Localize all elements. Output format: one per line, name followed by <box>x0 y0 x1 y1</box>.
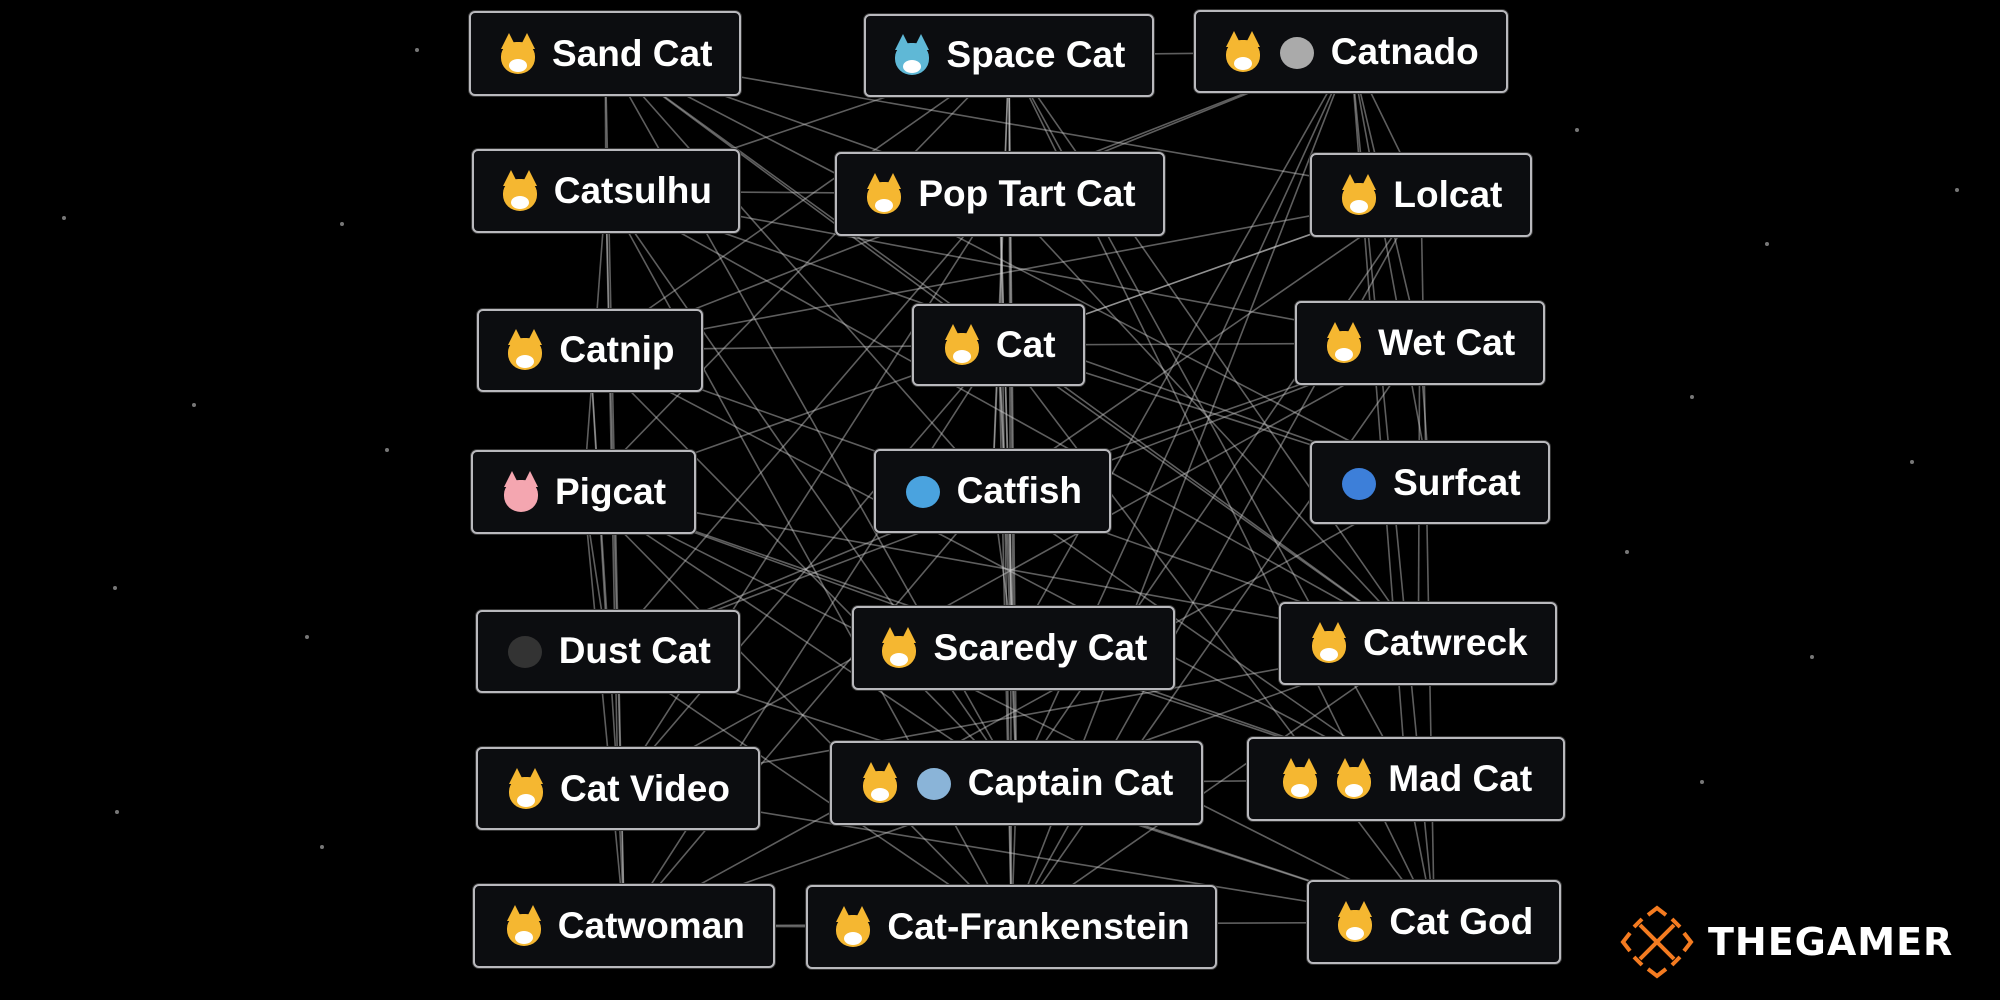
element-lolcat[interactable]: Lolcat <box>1309 153 1532 238</box>
background-star <box>1690 395 1694 399</box>
cat-face-icon <box>1335 901 1375 943</box>
background-star <box>1700 780 1704 784</box>
element-label: Cat-Frankenstein <box>887 906 1190 948</box>
element-label: Pop Tart Cat <box>918 172 1136 214</box>
element-cat-god[interactable]: Cat God <box>1307 880 1562 965</box>
cat-icon <box>1309 622 1349 664</box>
background-star <box>385 448 389 452</box>
element-surfcat[interactable]: Surfcat <box>1309 441 1550 525</box>
background-star <box>340 222 344 226</box>
element-label: Catnado <box>1330 30 1479 72</box>
cat-face-icon <box>1339 174 1379 216</box>
fish-icon <box>903 470 943 512</box>
background-star <box>1575 128 1579 132</box>
element-label: Catwoman <box>557 905 745 946</box>
element-mad-cat[interactable]: Mad Cat <box>1247 737 1566 822</box>
background-star <box>1810 655 1814 659</box>
surfer-icon <box>1339 462 1379 504</box>
cat-face-icon <box>864 172 904 215</box>
background-star <box>1625 550 1629 554</box>
element-catwoman[interactable]: Catwoman <box>473 883 776 969</box>
element-catsulhu[interactable]: Catsulhu <box>471 149 740 234</box>
element-sand-cat[interactable]: Sand Cat <box>469 11 742 96</box>
connection-line <box>589 349 1407 781</box>
background-star <box>320 845 324 849</box>
tornado-icon <box>1277 31 1317 73</box>
background-star <box>1765 242 1769 246</box>
element-pigcat[interactable]: Pigcat <box>470 450 697 535</box>
element-catwreck[interactable]: Catwreck <box>1279 602 1558 685</box>
cat-face-icon <box>505 329 545 371</box>
airplane-icon <box>914 762 954 804</box>
background-star <box>415 48 419 52</box>
angry-cat-icon <box>1334 758 1374 800</box>
element-label: Catsulhu <box>553 170 712 212</box>
element-pop-tart-cat[interactable]: Pop Tart Cat <box>835 151 1165 236</box>
element-catnip[interactable]: Catnip <box>477 308 703 392</box>
pig-face-icon <box>501 471 541 513</box>
element-label: Cat <box>995 324 1056 366</box>
element-label: Catfish <box>956 470 1083 512</box>
cat-face-icon <box>1280 758 1320 800</box>
element-label: Scaredy Cat <box>933 626 1148 668</box>
element-captain-cat[interactable]: Captain Cat <box>830 741 1203 826</box>
element-label: Cat God <box>1389 901 1534 943</box>
connection-line <box>607 193 1001 652</box>
element-label: Pigcat <box>555 471 667 513</box>
element-label: Wet Cat <box>1378 322 1516 364</box>
element-label: Sand Cat <box>552 32 713 74</box>
cat-face-icon <box>504 905 544 947</box>
scared-cat-icon <box>879 626 919 669</box>
background-star <box>113 586 117 590</box>
connection-line <box>617 342 1421 790</box>
element-label: Catnip <box>559 329 675 371</box>
background-star <box>115 810 119 814</box>
cat-icon <box>833 906 873 948</box>
element-label: Surfcat <box>1393 461 1521 503</box>
element-label: Dust Cat <box>558 630 711 672</box>
element-wet-cat[interactable]: Wet Cat <box>1294 301 1545 386</box>
background-star <box>1955 188 1959 192</box>
cat-face-icon <box>500 170 540 212</box>
cat-face-icon <box>860 762 900 804</box>
element-cat[interactable]: Cat <box>911 303 1086 387</box>
background-star <box>305 635 309 639</box>
cat-face-icon <box>506 767 546 810</box>
element-catnado[interactable]: Catnado <box>1193 10 1508 94</box>
astronaut-cat-icon <box>892 34 932 76</box>
connection-line <box>1349 51 1431 483</box>
background-star <box>1910 460 1914 464</box>
thegamer-logo-icon <box>1620 905 1694 979</box>
cat-face-icon <box>1223 30 1263 73</box>
thegamer-logo: THEGAMER <box>1620 905 1953 979</box>
cat-face-icon <box>1324 322 1364 364</box>
element-dust-cat[interactable]: Dust Cat <box>475 609 740 693</box>
background-star <box>192 403 196 407</box>
element-label: Captain Cat <box>967 762 1174 804</box>
ninja-icon <box>505 630 545 672</box>
background-star <box>62 216 66 220</box>
element-space-cat[interactable]: Space Cat <box>863 14 1155 97</box>
element-scaredy-cat[interactable]: Scaredy Cat <box>852 605 1175 691</box>
element-label: Cat Video <box>559 767 730 809</box>
element-catfish[interactable]: Catfish <box>873 448 1111 534</box>
element-label: Catwreck <box>1363 622 1528 664</box>
cat-face-icon <box>498 32 538 75</box>
cat-icon <box>942 324 982 366</box>
element-label: Mad Cat <box>1388 758 1533 800</box>
element-cat-video[interactable]: Cat Video <box>475 747 761 831</box>
element-label: Space Cat <box>946 34 1126 76</box>
thegamer-logo-text: THEGAMER <box>1708 920 1954 964</box>
element-cat-frankenstein[interactable]: Cat-Frankenstein <box>806 885 1217 970</box>
element-label: Lolcat <box>1393 174 1503 216</box>
